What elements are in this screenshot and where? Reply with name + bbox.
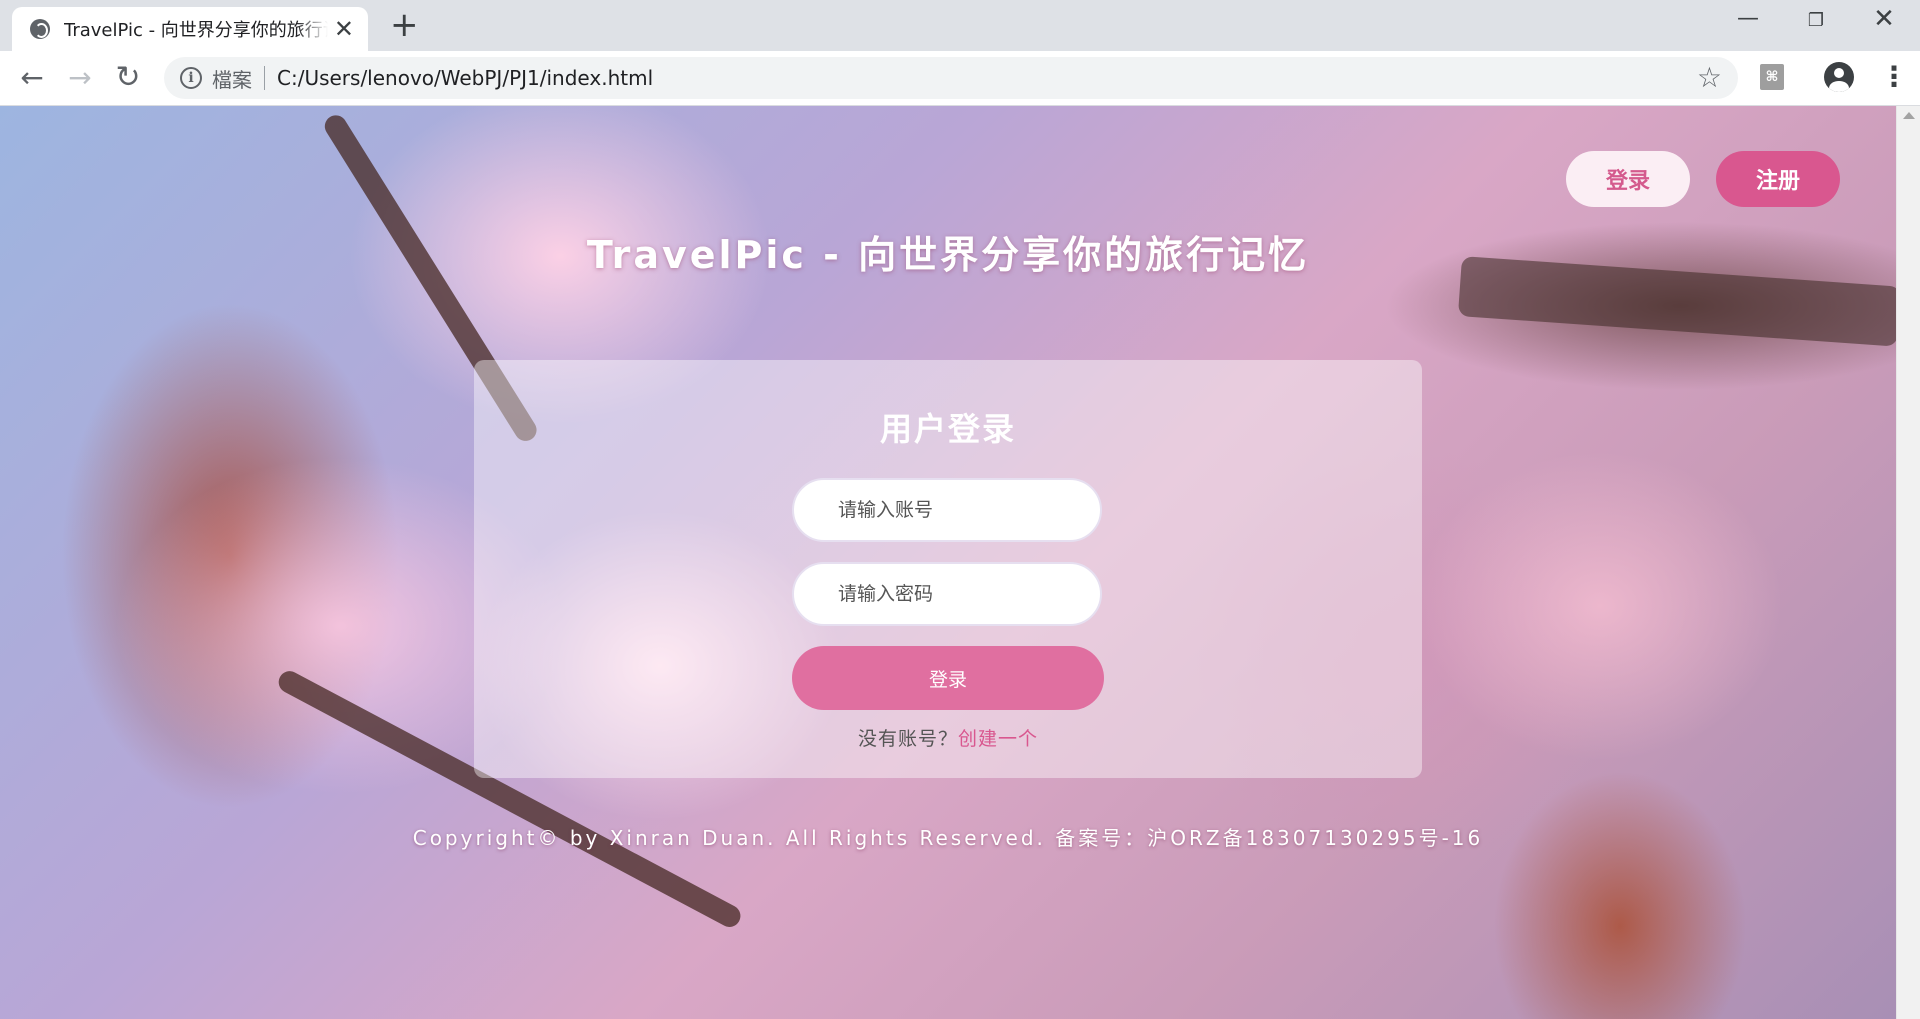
login-submit-button[interactable]: 登录: [792, 646, 1104, 710]
browser-tab-strip: TravelPic - 向世界分享你的旅行记忆 ✕ + — ❐ ✕: [0, 0, 1920, 51]
username-input[interactable]: [792, 478, 1102, 542]
browser-tab[interactable]: TravelPic - 向世界分享你的旅行记忆 ✕: [12, 7, 368, 51]
header-register-button[interactable]: 注册: [1716, 151, 1840, 207]
browser-menu-icon[interactable]: ⋮: [1880, 60, 1908, 94]
create-account-link[interactable]: 创建一个: [958, 728, 1038, 750]
bookmark-star-icon[interactable]: ☆: [1697, 61, 1722, 94]
login-card: 用户登录 登录 没有账号？创建一个: [474, 360, 1422, 778]
footer-copyright: Copyright© by Xinran Duan. All Rights Re…: [412, 826, 1484, 850]
header-login-button[interactable]: 登录: [1566, 151, 1690, 207]
security-label: 檔案: [212, 67, 252, 92]
browser-toolbar: ← → ↻ i 檔案 C:/Users/lenovo/WebPJ/PJ1/ind…: [0, 51, 1920, 106]
window-close-button[interactable]: ✕: [1854, 4, 1914, 34]
page-background: 登录 注册 TravelPic - 向世界分享你的旅行记忆 用户登录 登录 没有…: [0, 106, 1896, 1019]
no-account-text: 没有账号？: [857, 728, 958, 750]
site-title: TravelPic - 向世界分享你的旅行记忆: [586, 233, 1310, 277]
globe-icon: [30, 19, 50, 39]
divider: [264, 66, 265, 90]
login-title: 用户登录: [879, 410, 1016, 448]
address-bar[interactable]: i 檔案 C:/Users/lenovo/WebPJ/PJ1/index.htm…: [164, 57, 1738, 99]
back-button[interactable]: ←: [14, 61, 50, 95]
tab-title: TravelPic - 向世界分享你的旅行记忆: [64, 20, 328, 41]
url-text[interactable]: C:/Users/lenovo/WebPJ/PJ1/index.html: [277, 66, 653, 90]
reload-button[interactable]: ↻: [110, 61, 146, 95]
tab-close-icon[interactable]: ✕: [334, 17, 354, 41]
profile-avatar-icon[interactable]: [1824, 62, 1854, 92]
password-input[interactable]: [792, 562, 1102, 626]
vertical-scrollbar[interactable]: [1896, 106, 1920, 1019]
signup-prompt: 没有账号？创建一个: [474, 724, 1422, 751]
scroll-up-arrow-icon[interactable]: [1903, 112, 1915, 119]
forward-button[interactable]: →: [62, 61, 98, 95]
new-tab-button[interactable]: +: [390, 8, 419, 42]
info-icon[interactable]: i: [180, 67, 202, 89]
window-restore-button[interactable]: ❐: [1786, 10, 1846, 31]
window-minimize-button[interactable]: —: [1718, 6, 1778, 31]
pdf-extension-icon[interactable]: ⌘: [1760, 64, 1784, 90]
